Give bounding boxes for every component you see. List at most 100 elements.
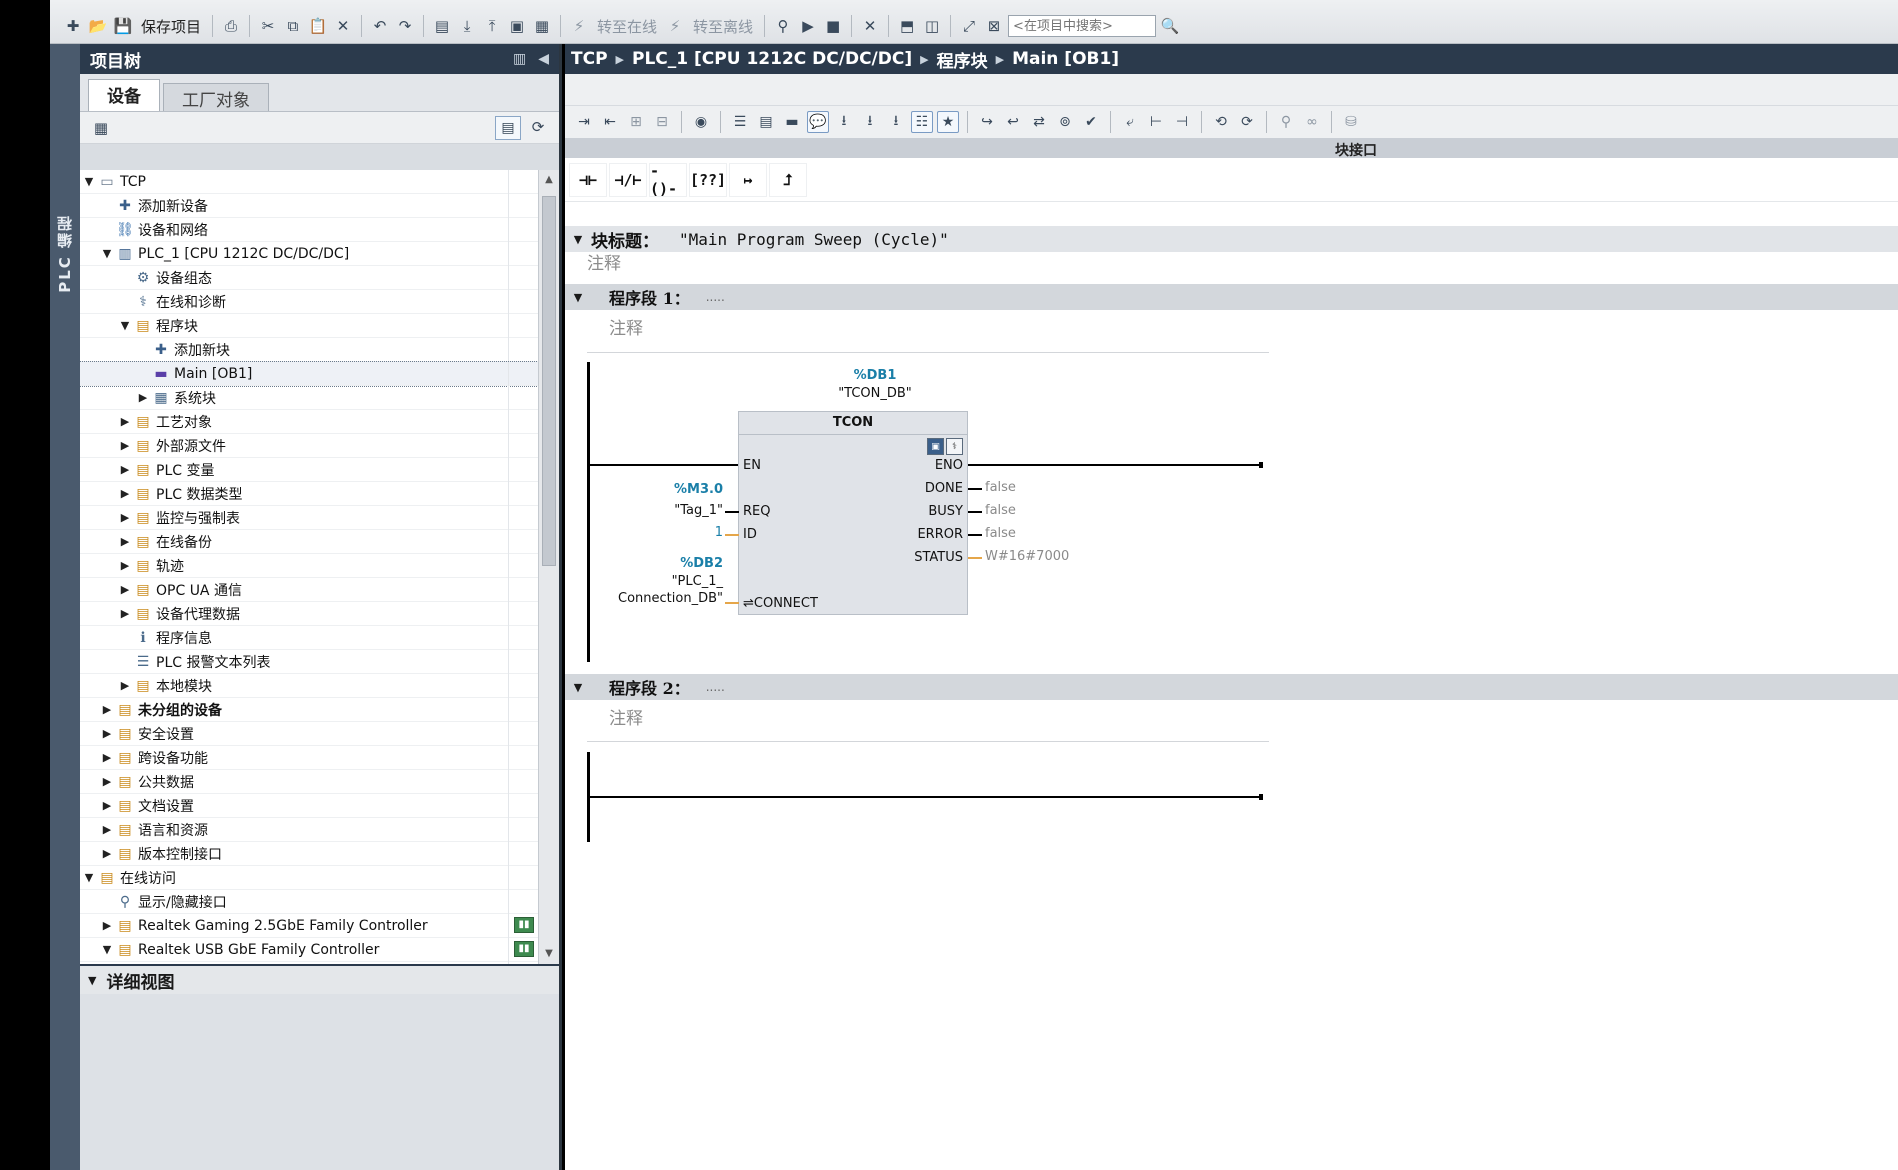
expand-arrow-icon[interactable]: ▼ — [82, 175, 96, 188]
accessible-devices-icon[interactable]: ⚲ — [772, 15, 794, 37]
tree-item[interactable]: ▼ ▭ TCP — [80, 170, 538, 194]
collapse-arrow-icon[interactable]: ▶ — [118, 535, 132, 548]
insert-network-icon[interactable]: ⇥ — [573, 111, 595, 133]
id-operand-value[interactable]: 1 — [665, 525, 723, 540]
tree-item[interactable]: ▶ ▤ PLC 数据类型 — [80, 482, 538, 506]
split-horizontal-icon[interactable]: ⬒ — [896, 15, 918, 37]
tree-item[interactable]: ▼ ▤ Realtek USB GbE Family Controller ▮▮ — [80, 938, 538, 962]
tree-item[interactable]: ▶ ▤ 设备代理数据 — [80, 602, 538, 626]
go-online-icon[interactable]: ⚡ — [568, 15, 590, 37]
collapse-arrow-icon[interactable]: ▶ — [118, 559, 132, 572]
search-icon[interactable]: 🔍 — [1159, 15, 1181, 37]
tree-item[interactable]: ▶ ▤ OPC UA 通信 — [80, 578, 538, 602]
tool-4-icon[interactable]: ⊟ — [651, 111, 673, 133]
delete-network-icon[interactable]: ⇤ — [599, 111, 621, 133]
overview-view-icon[interactable]: ▤ — [495, 115, 521, 140]
tree-item[interactable]: ⛓ 设备和网络 — [80, 218, 538, 242]
tree-item[interactable]: ✚ 添加新设备 — [80, 194, 538, 218]
monitor-icon[interactable]: ⊚ — [1054, 111, 1076, 133]
save-project-button[interactable]: 保存项目 — [137, 16, 205, 37]
tree-refresh-icon[interactable]: ⟳ — [527, 116, 549, 138]
block-title-band[interactable]: ▼ 块标题： "Main Program Sweep (Cycle)" — [565, 226, 1898, 252]
monitor-off-icon[interactable]: ⟳ — [1236, 111, 1258, 133]
project-search-input[interactable] — [1008, 15, 1157, 37]
tree-item[interactable]: ▶ ▤ 本地模块 — [80, 674, 538, 698]
fb-instance-name[interactable]: "TCON_DB" — [805, 386, 945, 401]
tab-plant-objects[interactable]: 工厂对象 — [163, 83, 269, 111]
no-contact-button[interactable]: ⊣⊢ — [569, 162, 607, 197]
networks-overview-icon[interactable]: ☰ — [729, 111, 751, 133]
go-to-icon[interactable]: ↪ — [976, 111, 998, 133]
open-all-networks-icon[interactable]: ▤ — [755, 111, 777, 133]
open-branch-button[interactable]: ↦ — [729, 162, 767, 197]
tree-properties-icon[interactable]: ▦ — [90, 117, 112, 139]
tree-item[interactable]: ▶ ▤ 语言和资源 — [80, 818, 538, 842]
tree-item[interactable]: ▶ ▤ 版本控制接口 — [80, 842, 538, 866]
connect-operand-name-1[interactable]: "PLC_1_ — [613, 574, 723, 589]
scroll-thumb[interactable] — [542, 196, 556, 566]
split-vertical-icon[interactable]: ◫ — [921, 15, 943, 37]
collapse-arrow-icon[interactable]: ▶ — [100, 799, 114, 812]
tree-item[interactable]: ✚ 添加新块 — [80, 338, 538, 362]
connect-operand-name-2[interactable]: Connection_DB" — [573, 591, 723, 606]
check-icon[interactable]: ✔ — [1080, 111, 1102, 133]
tree-item[interactable]: ▶ ▤ 未分组的设备 — [80, 698, 538, 722]
collapse-arrow-icon[interactable]: ▶ — [136, 391, 150, 404]
collapse-arrow-icon[interactable]: ▶ — [118, 607, 132, 620]
list-view-icon[interactable]: ☷ — [911, 111, 933, 133]
tree-item[interactable]: ▶ ▤ 公共数据 — [80, 770, 538, 794]
delete-icon[interactable]: ✕ — [332, 15, 354, 37]
panel-layout-icon[interactable]: ▥ — [513, 51, 526, 67]
tree-item[interactable]: ▬ Main [OB1] — [80, 361, 538, 387]
tab-devices[interactable]: 设备 — [88, 79, 160, 111]
close-editors-icon[interactable]: ⊠ — [983, 15, 1005, 37]
tcon-function-block[interactable]: TCON ▣ ⚕ EN REQ ID ⇌CONNECT ENO DONE BUS… — [738, 411, 968, 615]
tree-item[interactable]: ▼ ▥ PLC_1 [CPU 1212C DC/DC/DC] — [80, 242, 538, 266]
compare-icon[interactable]: ⇄ — [1028, 111, 1050, 133]
find-icon[interactable]: ⚲ — [1275, 111, 1297, 133]
cross-reference-icon[interactable]: ✕ — [859, 15, 881, 37]
compile-icon[interactable]: ▤ — [431, 15, 453, 37]
print-icon[interactable]: ⎙ — [220, 15, 242, 37]
go-back-icon[interactable]: ↩ — [1002, 111, 1024, 133]
nc-contact-button[interactable]: ⊣/⊢ — [609, 162, 647, 197]
block-interface-bar[interactable]: 块接口 — [565, 138, 1898, 159]
detail-view-header[interactable]: ▼ 详细视图 — [80, 964, 559, 994]
collapse-arrow-icon[interactable]: ▶ — [100, 919, 114, 932]
favorites-icon[interactable]: ⭳ — [833, 111, 855, 133]
network-comments-icon[interactable]: 💬 — [807, 111, 829, 133]
redo-icon[interactable]: ↷ — [394, 15, 416, 37]
req-operand-name[interactable]: "Tag_1" — [613, 503, 723, 518]
new-project-icon[interactable]: ✚ — [62, 15, 84, 37]
tree-item[interactable]: ☰ PLC 报警文本列表 — [80, 650, 538, 674]
tree-item[interactable]: ▶ ▤ 外部源文件 — [80, 434, 538, 458]
monitor-on-icon[interactable]: ⟲ — [1210, 111, 1232, 133]
tree-item[interactable]: ⚙ 设备组态 — [80, 266, 538, 290]
upload-icon[interactable]: ⤒ — [481, 15, 503, 37]
breadcrumb-plc[interactable]: PLC_1 [CPU 1212C DC/DC/DC] — [632, 49, 912, 69]
tree-scrollbar[interactable]: ▲ ▼ — [538, 170, 559, 964]
breadcrumb-blocks[interactable]: 程序块 — [937, 47, 988, 72]
network-2-dots[interactable]: ..... — [706, 680, 725, 694]
branch-open-icon[interactable]: ⊢ — [1145, 111, 1167, 133]
expand-arrow-icon[interactable]: ▼ — [118, 319, 132, 332]
expand-arrow-icon[interactable]: ▼ — [82, 871, 96, 884]
collapse-arrow-icon[interactable]: ▼ — [565, 291, 591, 304]
close-all-networks-icon[interactable]: ▬ — [781, 111, 803, 133]
collapse-arrow-icon[interactable]: ▶ — [118, 511, 132, 524]
collapse-arrow-icon[interactable]: ▶ — [100, 823, 114, 836]
glasses-icon[interactable]: ∞ — [1301, 111, 1323, 133]
copy-icon[interactable]: ⧉ — [282, 15, 304, 37]
tree-item[interactable]: ⚲ 显示/隐藏接口 — [80, 890, 538, 914]
tool-3-icon[interactable]: ⊞ — [625, 111, 647, 133]
empty-rung-wire[interactable] — [587, 796, 1262, 798]
breadcrumb-project[interactable]: TCP — [571, 49, 608, 69]
collapse-arrow-icon[interactable]: ▶ — [100, 703, 114, 716]
go-online-button[interactable]: 转至在线 — [593, 16, 661, 37]
stop-cpu-icon[interactable]: ■ — [822, 15, 844, 37]
absolute-operands-icon[interactable]: ◉ — [690, 111, 712, 133]
tree-item[interactable]: ⚕ 在线和诊断 — [80, 290, 538, 314]
network-1-dots[interactable]: ..... — [706, 290, 725, 304]
open-project-icon[interactable]: 📂 — [87, 15, 109, 37]
network-1-comment[interactable]: 注释 — [609, 314, 643, 339]
